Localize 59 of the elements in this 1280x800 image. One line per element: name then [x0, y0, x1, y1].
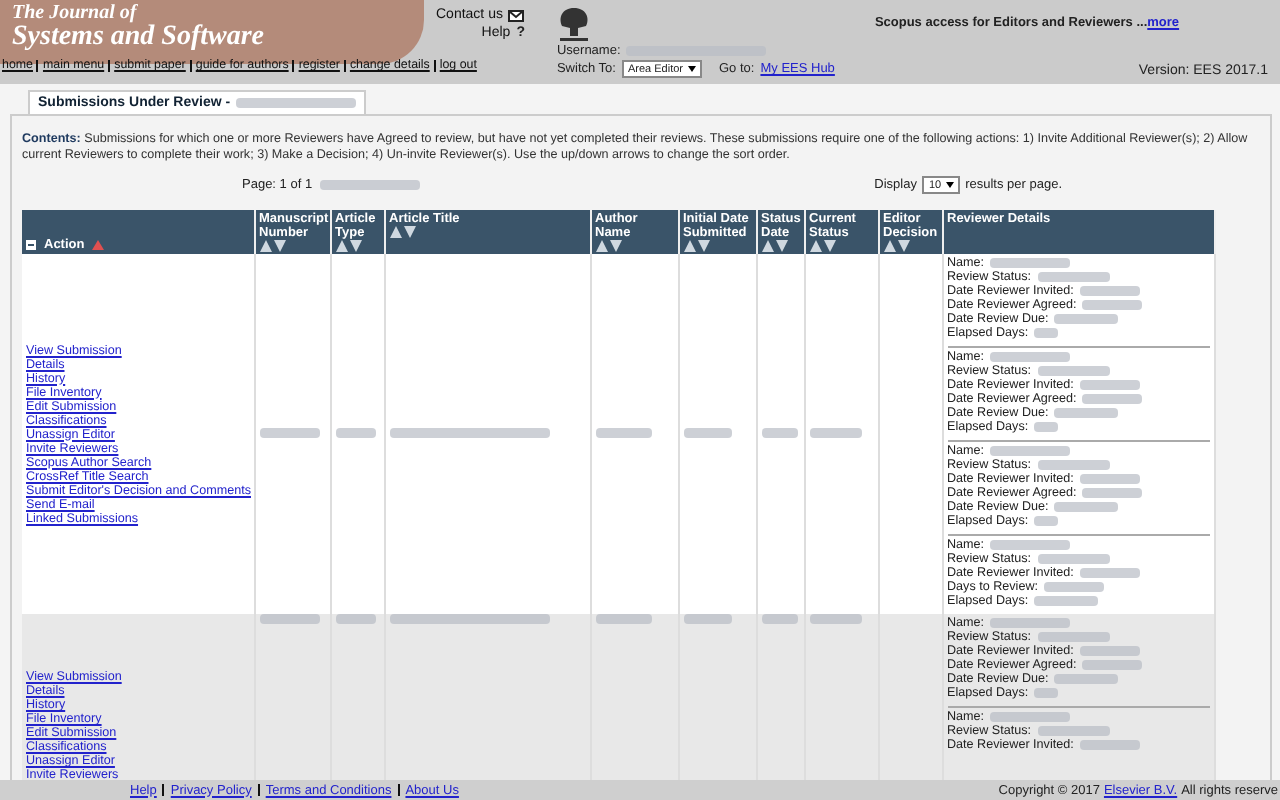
redacted-text — [683, 427, 731, 437]
redacted-text — [1079, 474, 1140, 484]
redacted-text — [1034, 688, 1059, 698]
redacted-text — [990, 258, 1071, 268]
redacted-text — [1079, 740, 1140, 750]
redacted-text — [1079, 568, 1140, 578]
redacted-text — [1079, 646, 1140, 656]
redacted-text — [990, 352, 1071, 362]
redacted-text — [1037, 272, 1109, 282]
redacted-text — [259, 614, 319, 624]
redacted-text — [1082, 660, 1143, 670]
redacted-text — [990, 540, 1071, 550]
redacted-text — [761, 614, 797, 624]
redacted-text — [1037, 632, 1109, 642]
envelope-icon[interactable] — [508, 9, 525, 21]
redacted-text — [809, 614, 861, 624]
redacted-text — [990, 446, 1071, 456]
redacted-text — [1044, 582, 1104, 592]
redacted-text — [1037, 726, 1109, 736]
collapse-icon[interactable] — [26, 240, 36, 250]
redacted-text — [1034, 516, 1059, 526]
sort-arrows-icon[interactable] — [335, 240, 361, 252]
redacted-text — [236, 98, 357, 108]
redacted-text — [320, 180, 421, 190]
redacted-text — [595, 427, 651, 437]
redacted-text — [1054, 674, 1119, 684]
redacted-text — [1037, 554, 1109, 564]
redacted-text — [1034, 422, 1059, 432]
redacted-text — [809, 427, 861, 437]
redacted-text — [1037, 366, 1109, 376]
caret-icon — [687, 66, 695, 72]
redacted-text — [1034, 596, 1099, 606]
redacted-text — [1054, 502, 1119, 512]
redacted-text — [1054, 408, 1119, 418]
sort-arrows-icon[interactable] — [595, 240, 621, 252]
sort-arrows-icon[interactable] — [883, 240, 909, 252]
redacted-text — [761, 427, 797, 437]
sort-arrows-icon[interactable] — [259, 240, 285, 252]
sort-arrows-icon[interactable] — [683, 240, 709, 252]
redacted-text — [1054, 314, 1119, 324]
redacted-text — [1082, 300, 1143, 310]
redacted-text — [595, 614, 651, 624]
redacted-text — [335, 614, 375, 624]
redacted-text — [335, 427, 375, 437]
redacted-text — [990, 618, 1071, 628]
redacted-text — [990, 712, 1071, 722]
redacted-text — [1079, 380, 1140, 390]
redacted-text — [1034, 328, 1059, 338]
caret-icon — [945, 182, 954, 188]
sort-arrows-icon[interactable] — [809, 240, 835, 252]
sort-arrows-icon[interactable] — [389, 226, 415, 238]
sort-arrows-icon[interactable] — [761, 240, 787, 252]
redacted-text — [683, 614, 731, 624]
redacted-text — [259, 427, 319, 437]
redacted-text — [1082, 394, 1143, 404]
tree-logo-icon — [556, 4, 593, 42]
redacted-text — [1082, 488, 1143, 498]
redacted-text — [1079, 286, 1140, 296]
redacted-text — [1037, 460, 1109, 470]
